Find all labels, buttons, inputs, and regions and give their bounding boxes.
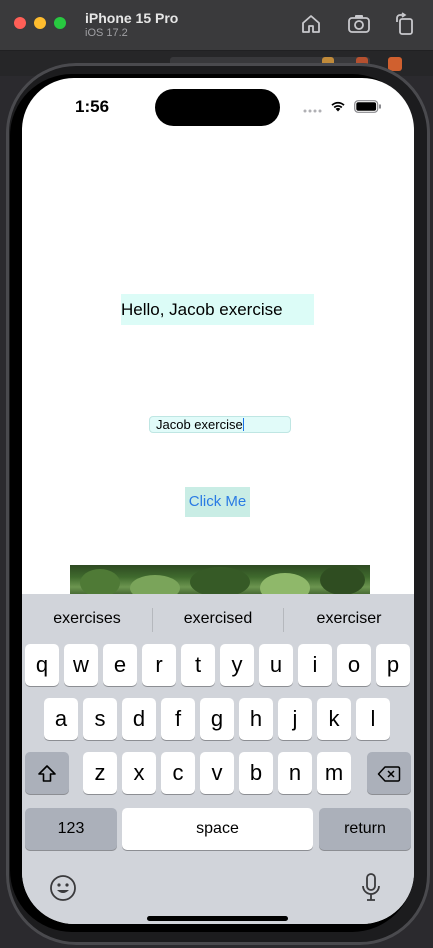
shift-key[interactable]	[25, 752, 69, 794]
click-me-button[interactable]: Click Me	[185, 487, 250, 517]
status-time: 1:56	[75, 97, 110, 116]
emoji-icon[interactable]	[49, 874, 77, 902]
numbers-key[interactable]: 123	[25, 808, 117, 850]
key-i[interactable]: i	[298, 644, 332, 686]
key-w[interactable]: w	[64, 644, 98, 686]
key-u[interactable]: u	[259, 644, 293, 686]
space-key[interactable]: space	[122, 808, 313, 850]
zoom-window-button[interactable]	[54, 17, 66, 29]
key-r[interactable]: r	[142, 644, 176, 686]
rotate-icon[interactable]	[393, 12, 417, 36]
os-version: iOS 17.2	[85, 27, 128, 39]
delete-icon	[377, 766, 401, 782]
dynamic-island	[155, 89, 280, 126]
suggestion-2[interactable]: exercised	[153, 604, 283, 634]
simulator-title-bar: iPhone 15 Pro iOS 17.2	[0, 0, 433, 51]
key-j[interactable]: j	[278, 698, 312, 740]
screenshot-icon[interactable]	[347, 12, 371, 36]
key-z[interactable]: z	[83, 752, 117, 794]
key-m[interactable]: m	[317, 752, 351, 794]
close-window-button[interactable]	[14, 17, 26, 29]
key-e[interactable]: e	[103, 644, 137, 686]
key-n[interactable]: n	[278, 752, 312, 794]
key-c[interactable]: c	[161, 752, 195, 794]
greeting-label: Hello, Jacob exercise	[121, 294, 314, 325]
key-y[interactable]: y	[220, 644, 254, 686]
key-p[interactable]: p	[376, 644, 410, 686]
phone-screen: 1:56 Hello, Jacob exercise Jacob exercis…	[22, 78, 414, 924]
key-t[interactable]: t	[181, 644, 215, 686]
key-b[interactable]: b	[239, 752, 273, 794]
key-v[interactable]: v	[200, 752, 234, 794]
key-l[interactable]: l	[356, 698, 390, 740]
return-key[interactable]: return	[319, 808, 411, 850]
signal-dots-icon	[303, 109, 322, 113]
text-cursor	[242, 418, 244, 431]
key-f[interactable]: f	[161, 698, 195, 740]
device-name: iPhone 15 Pro	[85, 10, 179, 26]
keyboard: exercises exercised exerciser q w e r t …	[22, 594, 414, 924]
suggestion-1[interactable]: exercises	[22, 604, 152, 634]
name-text-field[interactable]: Jacob exercise	[149, 416, 291, 433]
key-q[interactable]: q	[25, 644, 59, 686]
suggestion-3[interactable]: exerciser	[284, 604, 414, 634]
key-g[interactable]: g	[200, 698, 234, 740]
name-field-value: Jacob exercise	[156, 417, 243, 432]
minimize-window-button[interactable]	[34, 17, 46, 29]
wifi-icon	[331, 101, 345, 112]
key-a[interactable]: a	[44, 698, 78, 740]
key-h[interactable]: h	[239, 698, 273, 740]
battery-icon	[354, 100, 381, 113]
delete-key[interactable]	[367, 752, 411, 794]
key-d[interactable]: d	[122, 698, 156, 740]
key-s[interactable]: s	[83, 698, 117, 740]
home-indicator[interactable]	[147, 916, 288, 921]
shift-icon	[38, 765, 56, 782]
key-k[interactable]: k	[317, 698, 351, 740]
microphone-icon[interactable]	[360, 872, 382, 904]
key-x[interactable]: x	[122, 752, 156, 794]
home-icon[interactable]	[299, 12, 323, 36]
key-o[interactable]: o	[337, 644, 371, 686]
